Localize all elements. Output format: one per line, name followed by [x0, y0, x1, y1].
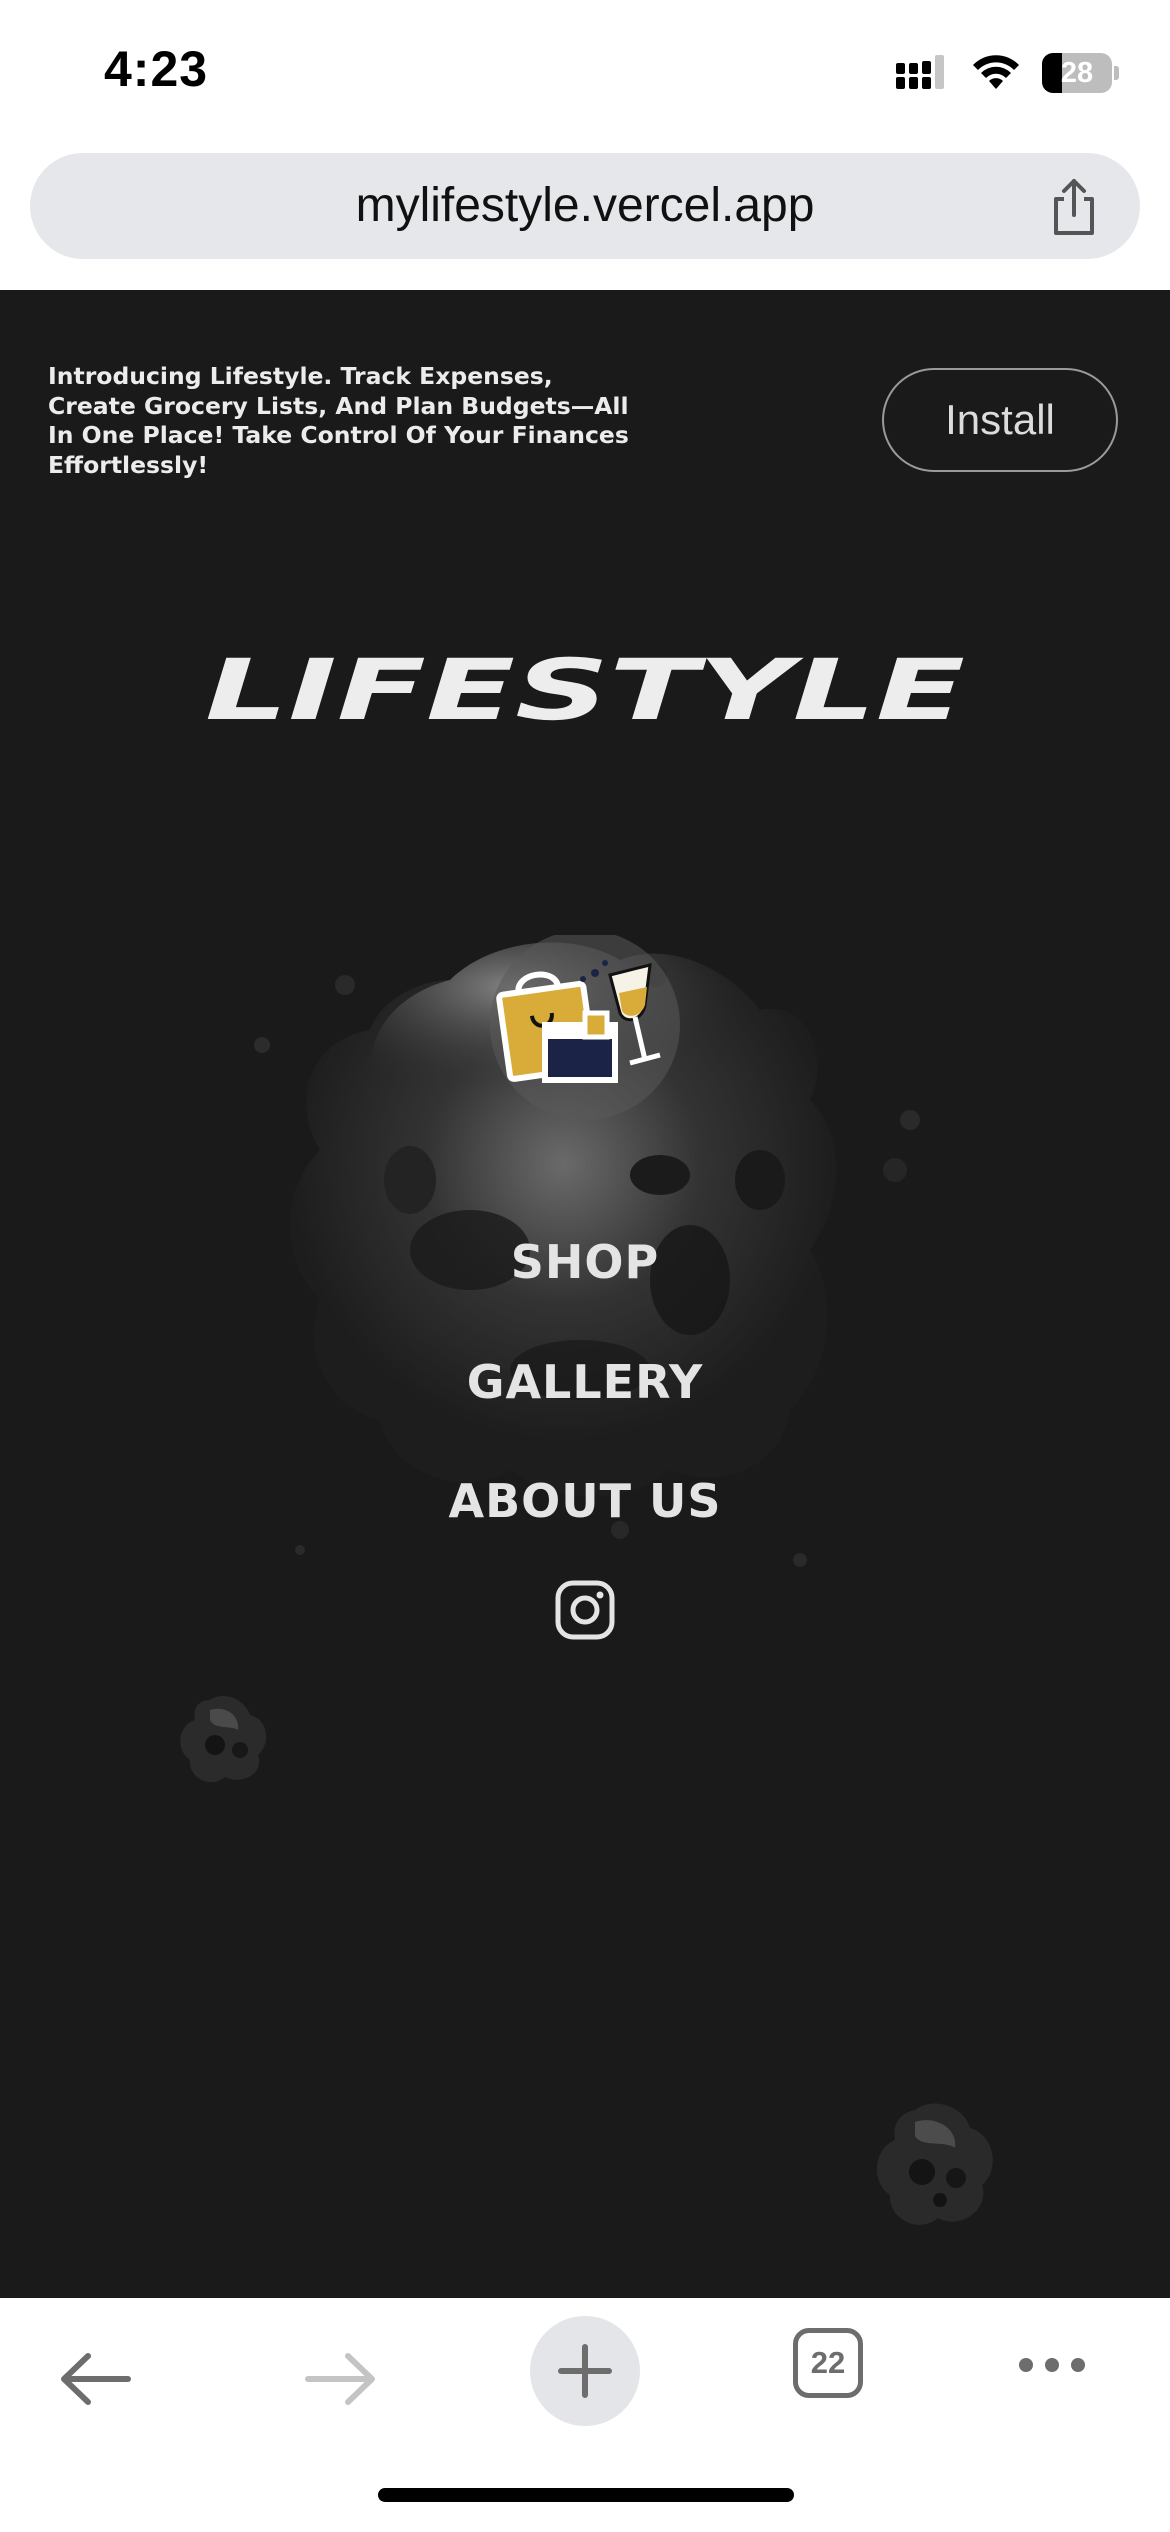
- share-icon[interactable]: [1046, 177, 1102, 237]
- nav-about-us[interactable]: ABOUT US: [0, 1474, 1170, 1528]
- battery-icon: 28: [1042, 53, 1120, 93]
- battery-level: 28: [1060, 57, 1094, 89]
- status-bar: 4:23 28: [0, 0, 1170, 150]
- nav-shop[interactable]: SHOP: [0, 1235, 1170, 1289]
- status-icons: 28: [896, 48, 1120, 98]
- more-icon[interactable]: [1016, 2355, 1088, 2375]
- wifi-icon: [973, 55, 1019, 89]
- tabs-button[interactable]: 22: [793, 2328, 863, 2398]
- home-indicator: [378, 2488, 794, 2502]
- url-text[interactable]: mylifestyle.vercel.app: [30, 153, 1140, 259]
- cellular-signal-icon: [896, 55, 944, 89]
- lifestyle-logo: LIFESTYLE: [205, 645, 965, 735]
- web-content: Introducing Lifestyle. Track Expenses, C…: [0, 290, 1170, 2298]
- new-tab-button[interactable]: [530, 2316, 640, 2426]
- tab-count: 22: [810, 2345, 846, 2380]
- shopping-bags-icon: [490, 935, 680, 1120]
- forward-arrow-icon[interactable]: [300, 2344, 380, 2414]
- plus-icon: [558, 2344, 612, 2398]
- instagram-icon[interactable]: [555, 1580, 615, 1640]
- install-banner-text: Introducing Lifestyle. Track Expenses, C…: [48, 362, 629, 479]
- install-button[interactable]: Install: [882, 368, 1118, 472]
- back-arrow-icon[interactable]: [56, 2344, 136, 2414]
- address-bar[interactable]: mylifestyle.vercel.app: [30, 153, 1140, 259]
- logo-text: LIFESTYLE: [205, 645, 965, 735]
- small-blob-image: [180, 1695, 267, 1783]
- nav-gallery[interactable]: GALLERY: [0, 1355, 1170, 1409]
- small-blob-image: [876, 2103, 993, 2225]
- status-time: 4:23: [104, 41, 209, 97]
